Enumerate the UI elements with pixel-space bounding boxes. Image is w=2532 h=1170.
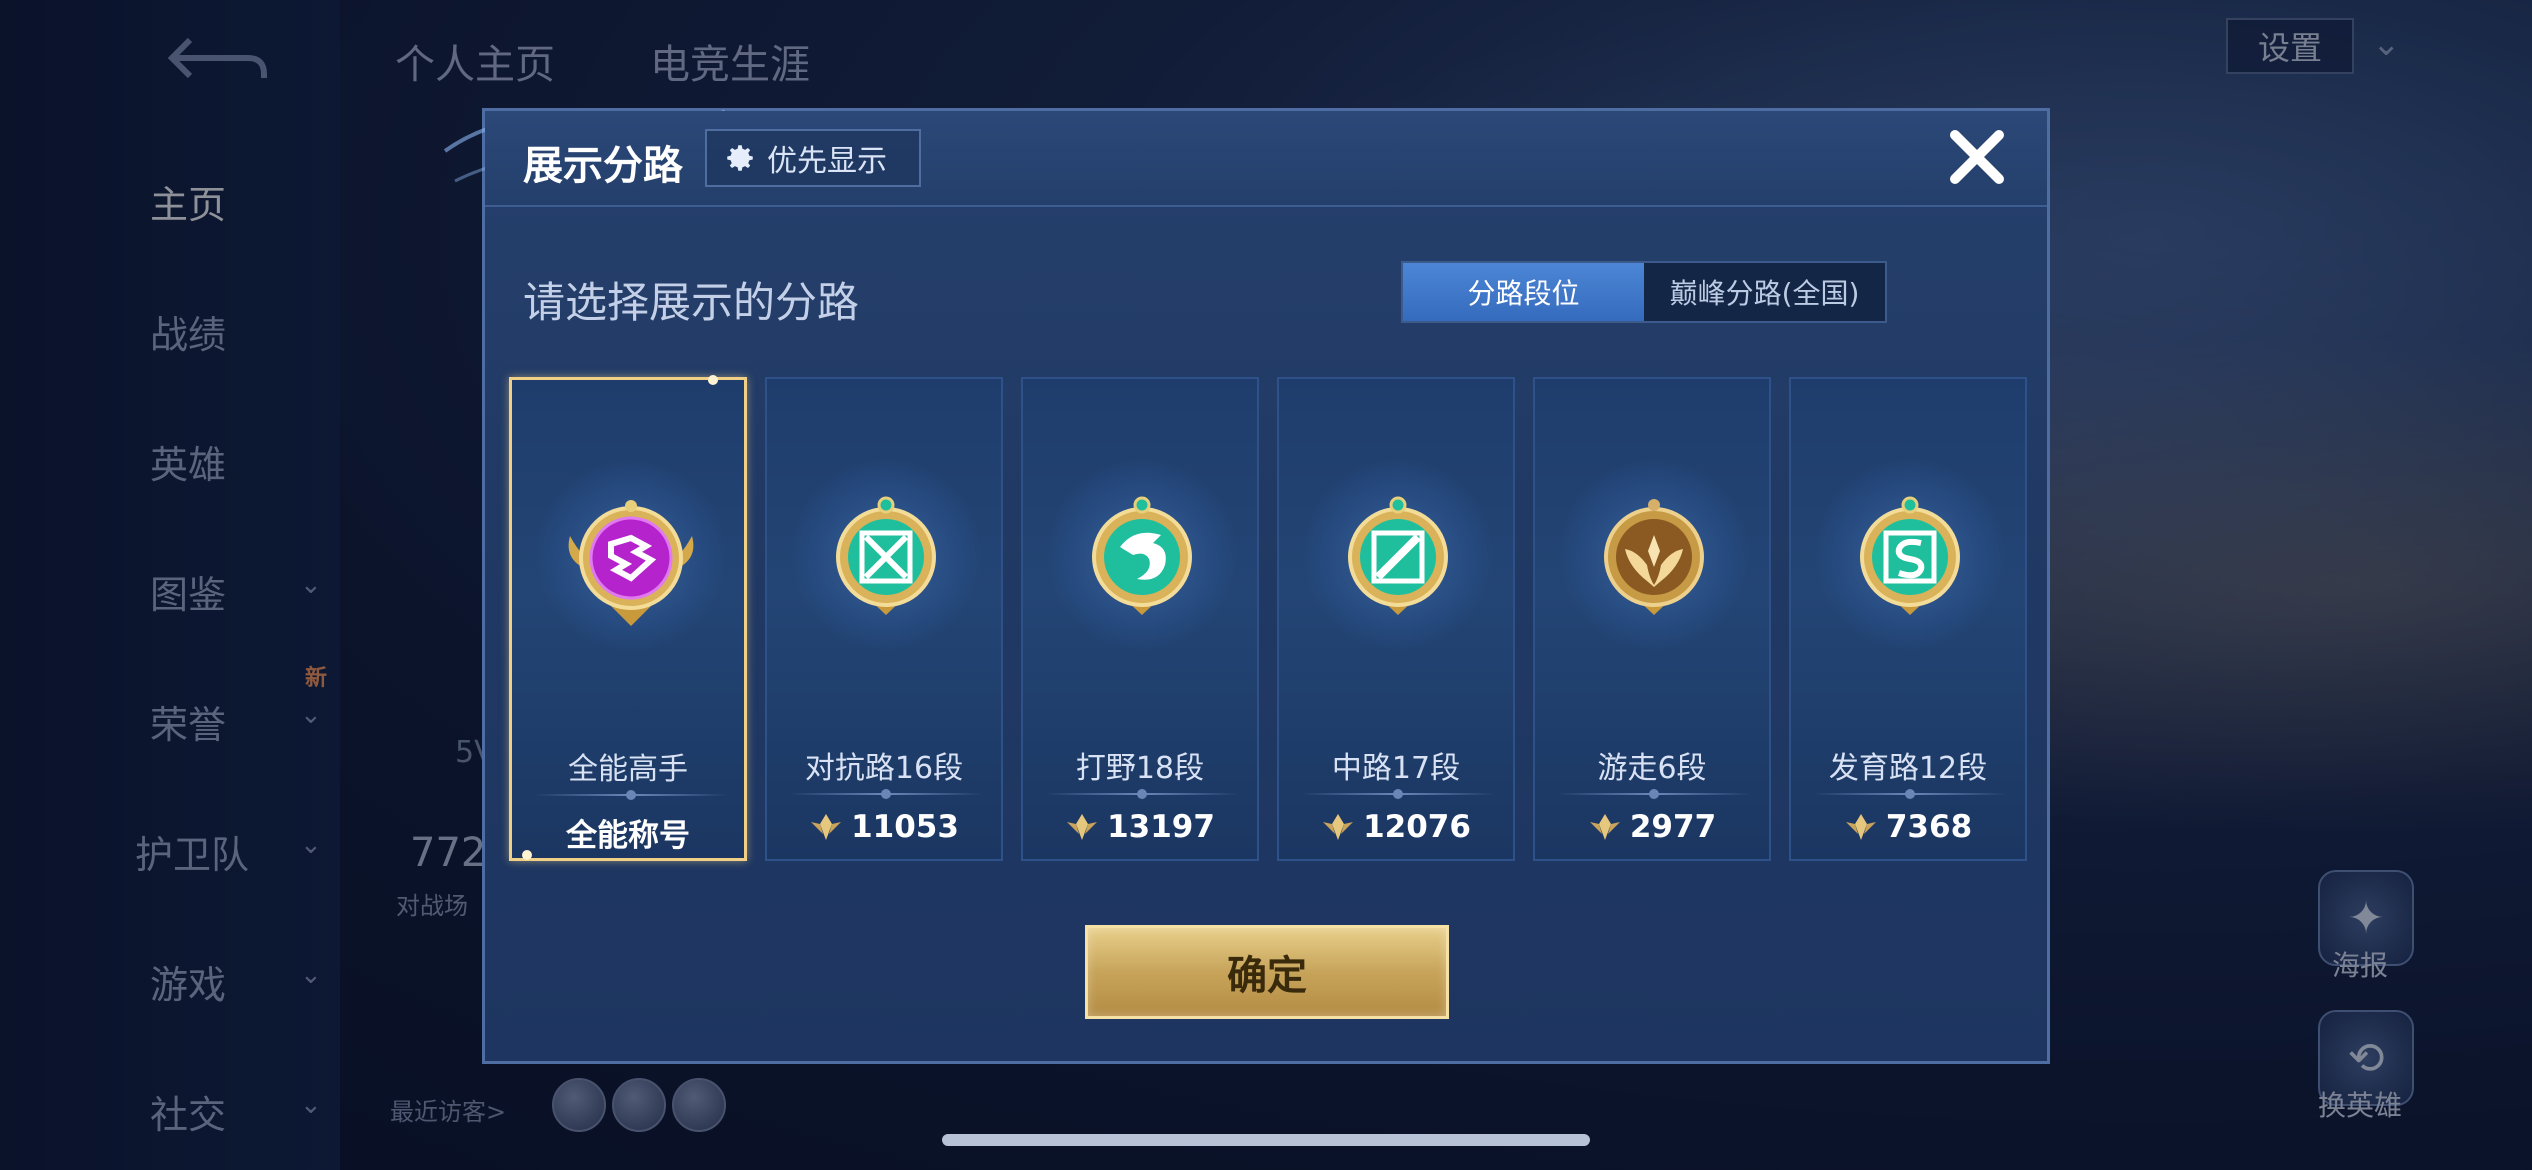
lane-card-farm-lane[interactable]: 发育路12段 7368	[1789, 377, 2027, 861]
lane-card-roam[interactable]: 游走6段 2977	[1533, 377, 1771, 861]
lane-score-value: 全能称号	[566, 818, 690, 854]
lane-name: 发育路12段	[1828, 751, 1988, 786]
divider-dot	[626, 790, 636, 800]
rank-points-icon	[1323, 814, 1354, 840]
lane-name: 全能高手	[568, 752, 688, 787]
lane-score-value: 13197	[1107, 809, 1215, 845]
selection-corner-dot	[708, 375, 718, 385]
lane-card-clash-lane[interactable]: 对抗路16段 11053	[765, 377, 1003, 861]
lane-score: 全能称号	[512, 810, 744, 855]
priority-display-label: 优先显示	[767, 144, 887, 179]
divider-dot	[881, 789, 891, 799]
divider-dot	[1649, 789, 1659, 799]
close-icon[interactable]	[1945, 125, 2009, 189]
rank-points-icon	[1589, 814, 1620, 840]
lane-name: 对抗路16段	[804, 751, 964, 786]
lane-score-value: 12076	[1363, 809, 1471, 845]
lane-score: 11053	[767, 809, 1001, 845]
lane-card-allround[interactable]: 全能高手 全能称号	[509, 375, 747, 861]
lane-score: 13197	[1023, 809, 1257, 845]
lane-name: 中路17段	[1331, 751, 1461, 786]
dialog-title: 展示分路	[523, 143, 683, 189]
rank-points-icon	[1067, 814, 1098, 840]
allround-emblem-icon	[568, 500, 694, 626]
tab-peak-lane-national[interactable]: 巅峰分路(全国)	[1644, 263, 1885, 321]
jungle-emblem-icon	[1092, 496, 1192, 615]
lane-card-mid-lane[interactable]: 中路17段 12076	[1277, 377, 1515, 861]
lane-name: 打野18段	[1075, 751, 1205, 786]
clash-lane-emblem-icon	[836, 496, 936, 615]
rank-type-switch: 分路段位 巅峰分路(全国)	[1401, 261, 1887, 323]
mid-lane-emblem-icon	[1348, 496, 1448, 615]
farm-lane-emblem-icon	[1860, 496, 1960, 615]
rank-points-icon	[1845, 814, 1876, 840]
lane-score-value: 7368	[1885, 809, 1973, 845]
divider-dot	[1905, 789, 1915, 799]
lane-name: 游走6段	[1597, 751, 1707, 786]
home-indicator[interactable]	[942, 1134, 1590, 1146]
lane-score: 12076	[1279, 809, 1513, 845]
divider-dot	[1393, 789, 1403, 799]
rank-points-icon	[811, 814, 842, 840]
lane-score: 2977	[1535, 809, 1769, 845]
lane-display-dialog: 展示分路 优先显示 请选择展示的分路 分路段位 巅峰分路(全国) 全能高手 全能…	[443, 108, 2050, 1064]
roam-emblem-icon	[1604, 499, 1704, 615]
divider-dot	[1137, 789, 1147, 799]
lane-score-value: 11053	[851, 809, 959, 845]
priority-display-button[interactable]: 优先显示	[705, 129, 921, 187]
dialog-header: 展示分路 优先显示	[485, 111, 2047, 207]
lane-card-jungle[interactable]: 打野18段 13197	[1021, 377, 1259, 861]
select-lane-prompt: 请选择展示的分路	[523, 278, 860, 327]
lane-score: 7368	[1791, 809, 2025, 845]
lane-score-value: 2977	[1629, 809, 1717, 845]
lane-card-list: 全能高手 全能称号 对抗路16段 11053 打野18段 13197 中路17段…	[509, 375, 2029, 861]
confirm-button[interactable]: 确定	[1085, 925, 1449, 1019]
tab-lane-rank[interactable]: 分路段位	[1403, 263, 1644, 321]
gear-icon	[727, 145, 753, 171]
